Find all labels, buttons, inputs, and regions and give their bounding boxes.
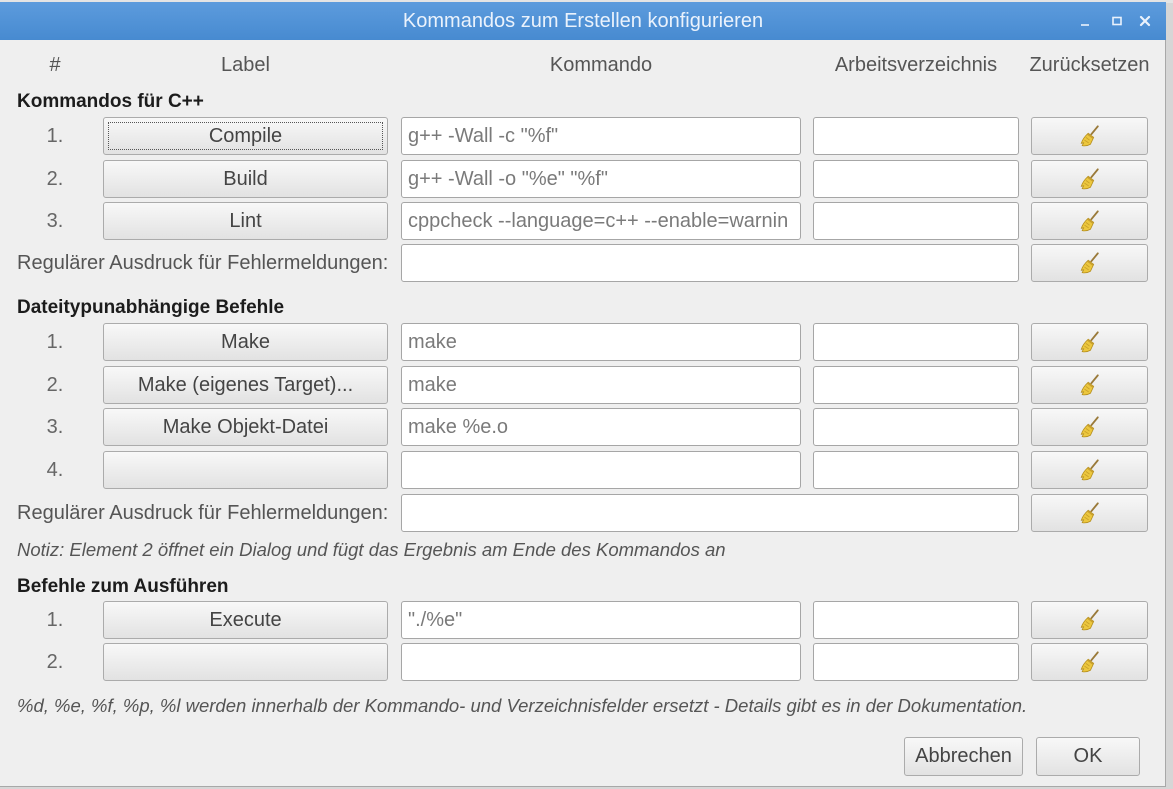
reset-button[interactable] <box>1031 244 1148 282</box>
command-label-button[interactable]: Compile <box>103 117 388 155</box>
reset-button[interactable] <box>1031 117 1148 155</box>
cpp-error-regex-row: Regulärer Ausdruck für Fehlermeldungen: <box>0 244 1166 282</box>
broom-icon <box>1079 501 1101 525</box>
row-number: 2. <box>46 168 64 190</box>
working-directory-input[interactable] <box>813 408 1019 446</box>
command-input[interactable] <box>401 323 801 361</box>
broom-icon <box>1079 330 1101 354</box>
broom-icon <box>1079 167 1101 191</box>
command-input[interactable] <box>401 643 801 681</box>
cpp-command-row-3: 3. Lint <box>0 202 1166 240</box>
column-header-reset: Zurücksetzen <box>1029 54 1150 76</box>
title-bar: Kommandos zum Erstellen konfigurieren <box>0 2 1166 40</box>
row-number: 1. <box>46 331 64 353</box>
column-header-workdir: Arbeitsverzeichnis <box>834 54 998 76</box>
command-label-button[interactable]: Lint <box>103 202 388 240</box>
row-number: 3. <box>46 416 64 438</box>
reset-button[interactable] <box>1031 408 1148 446</box>
independent-command-row-4: 4. <box>0 451 1166 489</box>
cancel-button[interactable]: Abbrechen <box>904 737 1023 776</box>
command-label-button[interactable]: Execute <box>103 601 388 639</box>
reset-button[interactable] <box>1031 601 1148 639</box>
command-input[interactable] <box>401 451 801 489</box>
row-number: 4. <box>46 459 64 481</box>
independent-command-row-1: 1. Make <box>0 323 1166 361</box>
broom-icon <box>1079 458 1101 482</box>
working-directory-input[interactable] <box>813 202 1019 240</box>
minimize-button[interactable] <box>1075 11 1095 31</box>
reset-button[interactable] <box>1031 494 1148 532</box>
execute-command-row-2: 2. <box>0 643 1166 681</box>
cpp-command-row-2: 2. Build <box>0 160 1166 198</box>
command-input[interactable] <box>401 117 801 155</box>
element-2-note: Notiz: Element 2 öffnet ein Dialog und f… <box>17 539 726 560</box>
error-regex-input[interactable] <box>401 244 1019 282</box>
broom-icon <box>1079 124 1101 148</box>
command-input[interactable] <box>401 160 801 198</box>
error-regex-label: Regulärer Ausdruck für Fehlermeldungen: <box>17 502 389 524</box>
ok-button[interactable]: OK <box>1036 737 1140 776</box>
column-header-number: # <box>49 54 61 76</box>
reset-button[interactable] <box>1031 160 1148 198</box>
reset-button[interactable] <box>1031 451 1148 489</box>
broom-icon <box>1079 650 1101 674</box>
independent-error-regex-row: Regulärer Ausdruck für Fehlermeldungen: <box>0 494 1166 532</box>
command-input[interactable] <box>401 202 801 240</box>
working-directory-input[interactable] <box>813 601 1019 639</box>
build-commands-dialog: Kommandos zum Erstellen konfigurieren # … <box>0 0 1166 787</box>
column-header-label: Label <box>221 54 270 76</box>
working-directory-input[interactable] <box>813 643 1019 681</box>
working-directory-input[interactable] <box>813 160 1019 198</box>
command-input[interactable] <box>401 408 801 446</box>
error-regex-input[interactable] <box>401 494 1019 532</box>
close-button[interactable] <box>1135 11 1155 31</box>
command-label-button[interactable]: Build <box>103 160 388 198</box>
row-number: 2. <box>46 374 64 396</box>
command-label-button[interactable]: Make Objekt-Datei <box>103 408 388 446</box>
error-regex-label: Regulärer Ausdruck für Fehlermeldungen: <box>17 252 389 274</box>
minimize-icon <box>1081 24 1089 26</box>
command-label-button[interactable] <box>103 643 388 681</box>
broom-icon <box>1079 251 1101 275</box>
command-label-button[interactable]: Make <box>103 323 388 361</box>
section-title-execute: Befehle zum Ausführen <box>17 576 229 597</box>
cpp-command-row-1: 1. Compile <box>0 117 1166 155</box>
dialog-title: Kommandos zum Erstellen konfigurieren <box>402 10 764 32</box>
working-directory-input[interactable] <box>813 117 1019 155</box>
section-title-independent: Dateitypunabhängige Befehle <box>17 297 285 318</box>
broom-icon <box>1079 608 1101 632</box>
reset-button[interactable] <box>1031 202 1148 240</box>
reset-button[interactable] <box>1031 366 1148 404</box>
row-number: 1. <box>46 609 64 631</box>
section-title-cpp: Kommandos für C++ <box>17 91 204 112</box>
broom-icon <box>1079 415 1101 439</box>
working-directory-input[interactable] <box>813 366 1019 404</box>
independent-command-row-2: 2. Make (eigenes Target)... <box>0 366 1166 404</box>
row-number: 1. <box>46 125 64 147</box>
row-number: 2. <box>46 651 64 673</box>
reset-button[interactable] <box>1031 323 1148 361</box>
row-number: 3. <box>46 210 64 232</box>
working-directory-input[interactable] <box>813 451 1019 489</box>
maximize-button[interactable] <box>1107 11 1127 31</box>
independent-command-row-3: 3. Make Objekt-Datei <box>0 408 1166 446</box>
broom-icon <box>1079 373 1101 397</box>
working-directory-input[interactable] <box>813 323 1019 361</box>
reset-button[interactable] <box>1031 643 1148 681</box>
command-input[interactable] <box>401 366 801 404</box>
command-label-button[interactable]: Make (eigenes Target)... <box>103 366 388 404</box>
command-label-button[interactable] <box>103 451 388 489</box>
broom-icon <box>1079 209 1101 233</box>
maximize-icon <box>1112 16 1122 26</box>
close-icon <box>1139 15 1151 27</box>
command-input[interactable] <box>401 601 801 639</box>
substitution-note: %d, %e, %f, %p, %l werden innerhalb der … <box>17 695 1028 716</box>
column-header-command: Kommando <box>549 54 653 76</box>
execute-command-row-1: 1. Execute <box>0 601 1166 639</box>
